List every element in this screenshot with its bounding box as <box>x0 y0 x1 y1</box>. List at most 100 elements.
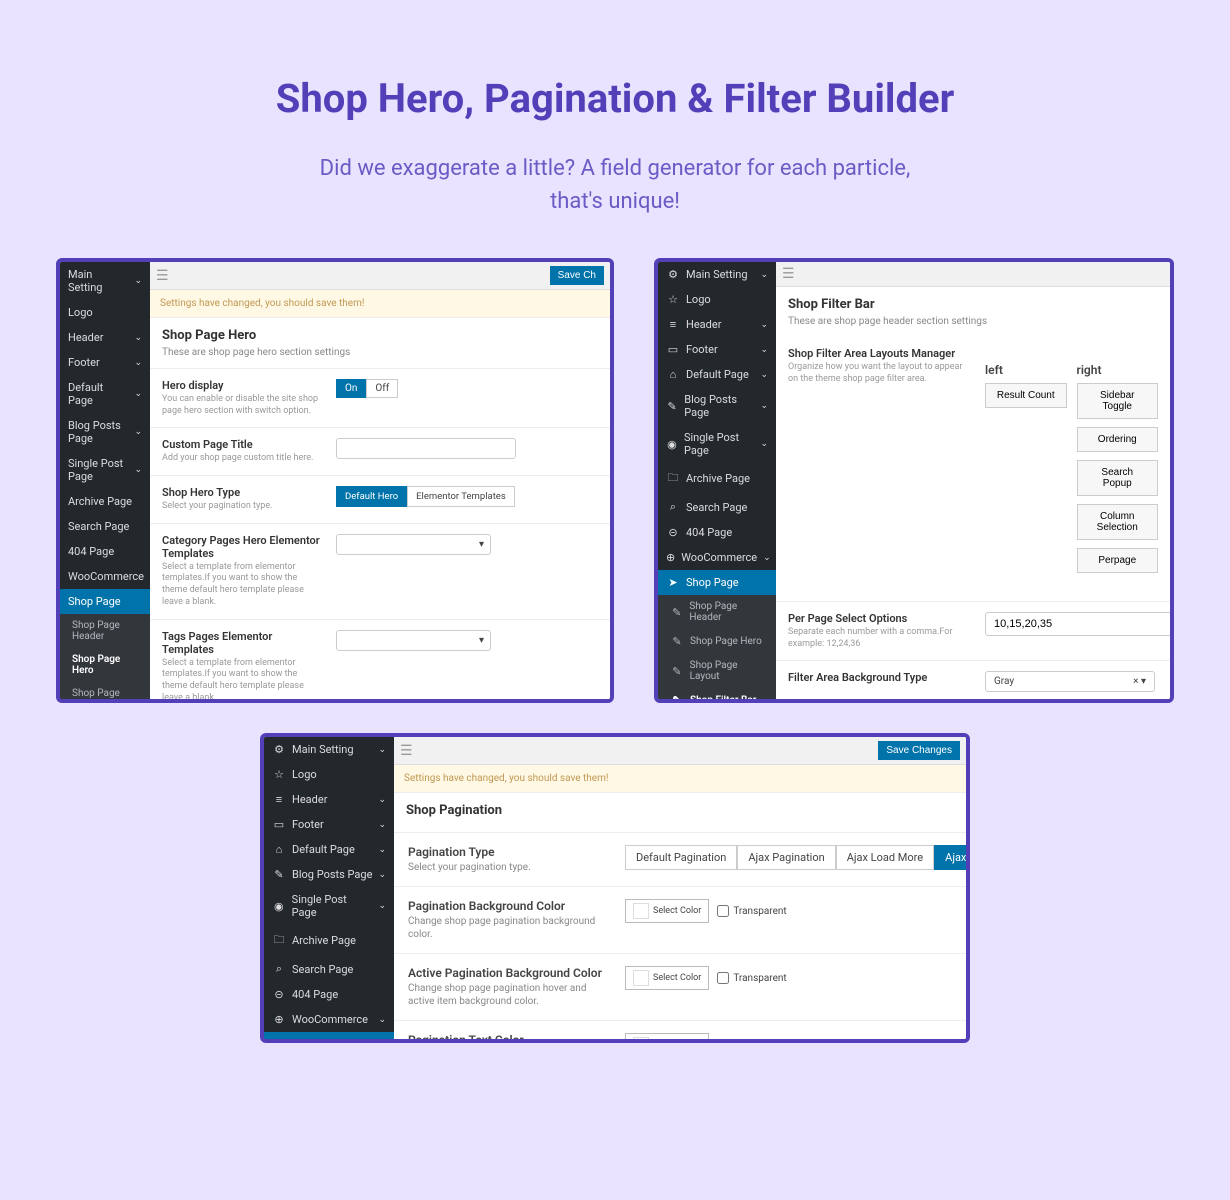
chevron-down-icon: ⌄ <box>378 845 386 855</box>
field-pagination-type: Pagination TypeSelect your pagination ty… <box>394 832 966 886</box>
field-pagination-bg: Pagination Background ColorChange shop p… <box>394 886 966 953</box>
hero-type-options[interactable]: Default Hero Elementor Templates <box>336 486 515 507</box>
field-custom-title: Custom Page TitleAdd your shop page cust… <box>150 427 610 475</box>
nav-woocommerce[interactable]: ⊕WooCommerce⌄ <box>658 545 776 570</box>
input-custom-title[interactable] <box>336 438 516 459</box>
nav-main-setting[interactable]: ⚙Main Setting⌄ <box>264 737 394 762</box>
section-desc: These are shop page hero section setting… <box>162 347 598 358</box>
grip-icon: ☰ <box>400 743 413 759</box>
gear-icon: ⚙ <box>666 268 680 281</box>
nav-single-post[interactable]: ◉Single Post Page⌄ <box>264 887 394 925</box>
arrow-icon: ➤ <box>272 1038 286 1043</box>
subnav-filter-bar[interactable]: ✎Shop Filter Bar <box>658 688 776 703</box>
subnav-shop-hero[interactable]: Shop Page Hero <box>60 648 150 682</box>
chevron-down-icon: ⌄ <box>378 745 386 755</box>
subnav-shop-header[interactable]: ✎Shop Page Header <box>658 595 776 629</box>
chevron-down-icon: ⌄ <box>134 427 142 437</box>
nav-404[interactable]: ⊝404 Page <box>264 982 394 1007</box>
nav-logo[interactable]: ☆Logo <box>264 762 394 787</box>
save-button[interactable]: Save Ch <box>550 266 604 285</box>
menu-icon: ≡ <box>272 793 286 806</box>
nav-blog-posts[interactable]: Blog Posts Page⌄ <box>60 413 150 451</box>
input-per-page[interactable] <box>985 612 1170 636</box>
chevron-down-icon: ⌄ <box>760 370 768 380</box>
pencil-icon: ✎ <box>666 400 678 413</box>
nav-shop-page[interactable]: Shop Page <box>60 589 150 614</box>
section-header: Shop Filter Bar These are shop page head… <box>776 287 1170 337</box>
section-title: Shop Page Hero <box>162 328 598 343</box>
transparent-checkbox[interactable]: Transparent <box>717 972 786 984</box>
select-color-button[interactable]: Select Color <box>625 1033 709 1039</box>
select-color-button[interactable]: Select Color <box>625 899 709 923</box>
toggle-hero-display[interactable]: On Off <box>336 379 398 398</box>
nav-blog-posts[interactable]: ✎Blog Posts Page⌄ <box>658 387 776 425</box>
select-tag-tpl[interactable]: ▾ <box>336 630 491 651</box>
field-bg-type: Filter Area Background Type Gray× ▾ <box>776 660 1170 699</box>
field-layout-manager: Shop Filter Area Layouts Manager Organiz… <box>776 337 1170 601</box>
subnav-shop-hero[interactable]: ✎Shop Page Hero <box>658 629 776 654</box>
nav-404[interactable]: 404 Page <box>60 539 150 564</box>
chevron-down-icon: ⌄ <box>134 465 142 475</box>
subnav-shop-header[interactable]: Shop Page Header <box>60 614 150 648</box>
nav-search[interactable]: ⌕Search Page <box>658 494 776 520</box>
pencil-icon: ✎ <box>272 868 286 881</box>
sidebar: ⚙Main Setting⌄ ☆Logo ≡Header⌄ ▭Footer⌄ ⌂… <box>264 737 394 1039</box>
nav-archive[interactable]: 🗀Archive Page <box>264 925 394 956</box>
nav-logo[interactable]: Logo <box>60 300 150 325</box>
layout-item-ordering[interactable]: Ordering <box>1077 427 1159 452</box>
chevron-down-icon: ⌄ <box>378 795 386 805</box>
nav-header[interactable]: Header⌄ <box>60 325 150 350</box>
nav-footer[interactable]: Footer⌄ <box>60 350 150 375</box>
nav-default-page[interactable]: Default Page⌄ <box>60 375 150 413</box>
nav-shop-page[interactable]: ➤Shop Page <box>264 1032 394 1043</box>
nav-single-post[interactable]: ◉Single Post Page⌄ <box>658 425 776 463</box>
nav-default-page[interactable]: ⌂Default Page⌄ <box>264 837 394 862</box>
nav-header[interactable]: ≡Header⌄ <box>264 787 394 812</box>
nav-single-post[interactable]: Single Post Page⌄ <box>60 451 150 489</box>
nav-search[interactable]: ⌕Search Page <box>264 956 394 982</box>
content-area: ☰ Save Changes Settings have changed, yo… <box>394 737 966 1039</box>
select-color-button[interactable]: Select Color <box>625 966 709 990</box>
pagination-type-options[interactable]: Default Pagination Ajax Pagination Ajax … <box>625 845 966 870</box>
select-cat-tpl[interactable]: ▾ <box>336 534 491 555</box>
layout-item-search-popup[interactable]: Search Popup <box>1077 460 1159 496</box>
transparent-checkbox[interactable]: Transparent <box>717 905 786 917</box>
layout-item-column-selection[interactable]: Column Selection <box>1077 504 1159 540</box>
nav-blog-posts[interactable]: ✎Blog Posts Page⌄ <box>264 862 394 887</box>
nav-footer[interactable]: ▭Footer⌄ <box>658 337 776 362</box>
pencil-icon: ✎ <box>670 694 684 703</box>
nav-woocommerce[interactable]: ⊕WooCommerce⌄ <box>264 1007 394 1032</box>
nav-logo[interactable]: ☆Logo <box>658 287 776 312</box>
select-bg-type[interactable]: Gray× ▾ <box>985 671 1155 692</box>
chevron-down-icon: ⌄ <box>378 870 386 880</box>
subnav-shop-layout[interactable]: Shop Page Layout <box>60 682 150 703</box>
search-icon: ⌕ <box>272 962 286 976</box>
nav-footer[interactable]: ▭Footer⌄ <box>264 812 394 837</box>
chevron-down-icon: ▾ <box>479 635 484 646</box>
field-cat-tpl: Category Pages Hero Elementor TemplatesS… <box>150 523 610 619</box>
chevron-down-icon: ⌄ <box>760 401 768 411</box>
nav-archive[interactable]: Archive Page <box>60 489 150 514</box>
subnav-shop-layout[interactable]: ✎Shop Page Layout <box>658 654 776 688</box>
nav-shop-page[interactable]: ➤Shop Page <box>658 570 776 595</box>
section-header: Shop Pagination <box>394 793 966 832</box>
notice-bar: Settings have changed, you should save t… <box>150 290 610 318</box>
nav-woocommerce[interactable]: WooCommerce⌄ <box>60 564 150 589</box>
hero-subtitle-1: Did we exaggerate a little? A field gene… <box>20 152 1210 185</box>
nav-404[interactable]: ⊝404 Page <box>658 520 776 545</box>
layout-item-perpage[interactable]: Perpage <box>1077 548 1159 573</box>
nav-header[interactable]: ≡Header⌄ <box>658 312 776 337</box>
nav-search[interactable]: Search Page <box>60 514 150 539</box>
nav-main-setting[interactable]: Main Setting⌄ <box>60 262 150 300</box>
field-hero-type: Shop Hero TypeSelect your pagination typ… <box>150 475 610 523</box>
layout-item-sidebar-toggle[interactable]: Sidebar Toggle <box>1077 383 1159 419</box>
nav-archive[interactable]: 🗀Archive Page <box>658 463 776 494</box>
plus-icon: ⊕ <box>272 1013 286 1026</box>
content-area: ☰ Save Ch Settings have changed, you sho… <box>150 262 610 699</box>
save-button[interactable]: Save Changes <box>878 741 960 760</box>
folder-icon: 🗀 <box>666 469 680 488</box>
nav-default-page[interactable]: ⌂Default Page⌄ <box>658 362 776 387</box>
layout-item-result-count[interactable]: Result Count <box>985 383 1067 408</box>
hero-title: Shop Hero, Pagination & Filter Builder <box>20 75 1210 122</box>
nav-main-setting[interactable]: ⚙Main Setting⌄ <box>658 262 776 287</box>
